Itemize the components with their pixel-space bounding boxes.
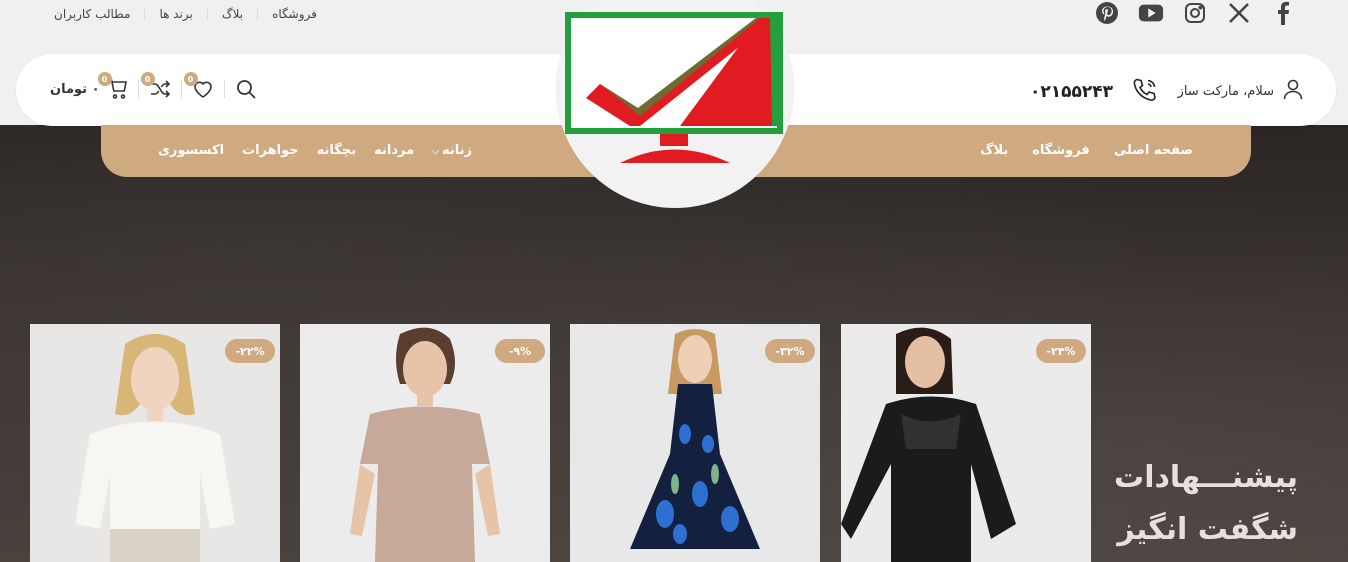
x-icon[interactable] (1226, 0, 1252, 26)
nav-men[interactable]: مردانه (374, 143, 414, 158)
header-tools: ۰ تومان 0 0 0 (50, 72, 257, 100)
top-link-blog[interactable]: بلاگ (206, 7, 257, 21)
top-link-user-posts[interactable]: مطالب کاربران (40, 7, 144, 21)
chevron-down-icon: ⌵ (432, 147, 439, 157)
search-button[interactable] (235, 78, 257, 100)
pinterest-icon[interactable] (1094, 0, 1120, 26)
nav-jewelry[interactable]: جواهرات (242, 143, 299, 158)
social-links (1094, 0, 1296, 26)
phone-number: ۰۲۱۵۵۲۴۳ (1030, 82, 1114, 102)
search-icon (236, 80, 256, 99)
divider (180, 80, 182, 98)
product-card[interactable]: -۲۲% (30, 324, 280, 562)
account-link[interactable]: سلام، مارکت ساز (1178, 78, 1304, 104)
nav-women-label: زنانه (441, 143, 472, 158)
youtube-icon[interactable] (1138, 0, 1164, 26)
nav-blog[interactable]: بلاگ (980, 143, 1008, 158)
discount-badge: -۹% (495, 339, 545, 363)
product-card[interactable]: -۹% (300, 324, 550, 562)
facebook-icon[interactable] (1270, 0, 1296, 26)
product-card[interactable]: -۳۲% (570, 324, 820, 562)
instagram-icon[interactable] (1182, 0, 1208, 26)
hero-headline: پیشنـــهادات شگفت انگیز (1038, 452, 1298, 556)
discount-badge: -۳۲% (765, 339, 815, 363)
phone-contact[interactable]: ۰۲۱۵۵۲۴۳ (1030, 76, 1159, 108)
compare-button[interactable]: 0 (140, 72, 171, 100)
user-icon (1282, 78, 1304, 104)
greeting-text: سلام، مارکت ساز (1177, 83, 1274, 99)
cart-button[interactable]: 0 (97, 72, 128, 100)
wishlist-button[interactable]: 0 (183, 72, 214, 100)
discount-badge: -۲۴% (1036, 339, 1086, 363)
compare-count-badge: 0 (140, 72, 155, 86)
wishlist-count-badge: 0 (183, 72, 198, 86)
top-link-shop[interactable]: فروشگاه (257, 7, 331, 21)
discount-badge: -۲۲% (225, 339, 275, 363)
cart-count-badge: 0 (97, 72, 112, 86)
main-nav-right: صفحه اصلی فروشگاه بلاگ (980, 143, 1193, 158)
nav-women[interactable]: زنانه⌵ (432, 143, 472, 158)
hero-headline-line2: شگفت انگیز (1117, 512, 1298, 547)
nav-accessories[interactable]: اکسسوری (158, 143, 224, 158)
nav-home[interactable]: صفحه اصلی (1114, 143, 1193, 158)
top-links: فروشگاه بلاگ برند ها مطالب کاربران (40, 7, 331, 21)
nav-kids[interactable]: بچگانه (317, 143, 356, 158)
main-nav-left: زنانه⌵ مردانه بچگانه جواهرات اکسسوری (158, 143, 472, 158)
divider (137, 80, 139, 98)
nav-shop[interactable]: فروشگاه (1032, 143, 1090, 158)
divider (223, 80, 225, 98)
hero-headline-line1: پیشنـــهادات (1114, 460, 1298, 495)
cart-total[interactable]: ۰ تومان (50, 82, 100, 97)
phone-icon (1131, 76, 1159, 108)
top-link-brands[interactable]: برند ها (144, 7, 206, 21)
site-logo[interactable] (560, 8, 790, 173)
